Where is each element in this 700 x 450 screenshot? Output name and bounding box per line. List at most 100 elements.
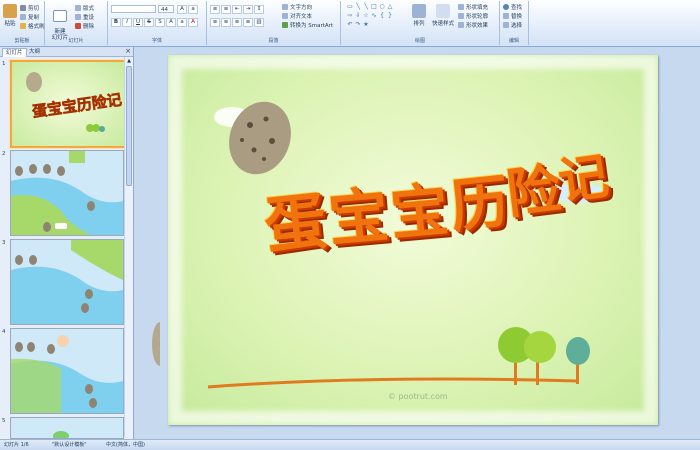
cut-button[interactable]: 剪切: [20, 4, 39, 12]
group-label-drawing: 绘图: [414, 38, 425, 44]
arrange-icon: [412, 4, 426, 18]
bullets-button[interactable]: ≡: [210, 5, 220, 14]
change-case-button[interactable]: a: [177, 18, 187, 27]
egg-icon: [85, 289, 93, 299]
shadow-button[interactable]: S: [155, 18, 165, 27]
outline-icon: [458, 13, 464, 19]
group-label-slides: 幻灯片: [68, 38, 84, 44]
underline-button[interactable]: U: [133, 18, 143, 27]
spacing-button[interactable]: A: [166, 18, 176, 27]
smartart-icon: [282, 22, 288, 28]
thumbnail-art: [11, 151, 123, 235]
egg-icon: [29, 255, 37, 265]
brush-icon: [20, 23, 26, 29]
thumbnail-art: [11, 240, 123, 324]
layout-button[interactable]: 版式: [75, 4, 94, 12]
slide-main[interactable]: 蛋 宝 宝 历 险 记 © pootrut.com: [168, 55, 658, 425]
tree-icon: [99, 126, 105, 132]
grass-shape: [11, 358, 61, 413]
shape-brace-icon[interactable]: }: [387, 13, 393, 19]
egg-icon: [15, 166, 23, 176]
shape-arrow-icon[interactable]: ⇩: [355, 13, 361, 19]
thumb-number: 3: [2, 240, 6, 246]
line-spacing-button[interactable]: ↕: [254, 5, 264, 14]
egg-icon[interactable]: [219, 93, 301, 183]
shape-brace-icon[interactable]: {: [379, 13, 385, 19]
quick-styles-button[interactable]: 快速样式: [430, 4, 456, 27]
scroll-up-icon[interactable]: ▲: [125, 57, 133, 65]
font-size-input[interactable]: 44: [158, 5, 174, 13]
justify-button[interactable]: ≡: [243, 18, 253, 27]
shape-line-icon[interactable]: ╲: [363, 4, 369, 10]
thumbnail-art: [11, 329, 123, 413]
slide-thumbnail-3[interactable]: [10, 239, 124, 325]
font-name-input[interactable]: [111, 5, 156, 13]
align-left-button[interactable]: ≡: [210, 18, 220, 27]
slide-canvas: 蛋 宝 宝 历 险 记 © pootrut.com: [134, 47, 700, 439]
egg-icon: [27, 342, 35, 352]
align-text-button[interactable]: 对齐文本: [282, 12, 312, 20]
new-slide-button[interactable]: 新建 幻灯片: [50, 4, 70, 41]
align-center-button[interactable]: ≡: [221, 18, 231, 27]
select-button[interactable]: 选择: [503, 21, 522, 29]
italic-button[interactable]: I: [122, 18, 132, 27]
group-clipboard: 粘贴 剪切 复制 格式刷 剪贴板: [0, 1, 45, 45]
close-icon[interactable]: ×: [125, 47, 131, 55]
effects-icon: [458, 22, 464, 28]
group-paragraph: ≡ ≡ ⇤ ⇥ ↕ ≡ ≡ ≡ ≡ ▥ 文字方向 对齐文本 转换为 SmartA…: [207, 1, 341, 45]
slide-thumbnail-2[interactable]: [10, 150, 124, 236]
title-char: 宝: [325, 180, 392, 256]
find-button[interactable]: 查找: [503, 3, 522, 11]
replace-button[interactable]: 替换: [503, 12, 522, 20]
numbering-button[interactable]: ≡: [221, 5, 231, 14]
title-char: 记: [554, 145, 613, 212]
shape-outline-button[interactable]: 形状轮廓: [458, 12, 488, 20]
shape-rect-icon[interactable]: □: [371, 4, 377, 10]
grow-font-button[interactable]: A: [177, 5, 187, 14]
shape-line-icon[interactable]: ╲: [355, 4, 361, 10]
shape-triangle-icon[interactable]: △: [387, 4, 393, 10]
slides-panel: 幻灯片 大纲 × 1 蛋宝宝历险记 2 3 4 5 ▲: [0, 47, 134, 439]
group-editing: 查找 替换 选择 编辑: [500, 1, 529, 45]
arrange-button[interactable]: 排列: [411, 4, 427, 27]
shape-oval-icon[interactable]: ○: [379, 4, 385, 10]
reset-button[interactable]: 重设: [75, 13, 94, 21]
shape-star-icon[interactable]: ★: [363, 22, 369, 28]
shape-curve-icon[interactable]: ∿: [371, 13, 377, 19]
convert-smartart-button[interactable]: 转换为 SmartArt: [282, 21, 333, 29]
tree-icon: [524, 331, 556, 363]
font-color-button[interactable]: A: [188, 18, 198, 27]
tab-outline[interactable]: 大纲: [26, 48, 43, 56]
tab-slides[interactable]: 幻灯片: [2, 48, 27, 57]
shape-fill-button[interactable]: 形状填充: [458, 3, 488, 11]
slide-thumbnail-1[interactable]: 蛋宝宝历险记: [10, 60, 126, 148]
fill-icon: [458, 4, 464, 10]
shape-curve-icon[interactable]: ↶: [347, 22, 353, 28]
slide-thumbnail-5[interactable]: [10, 417, 124, 439]
tree-icon: [92, 124, 100, 132]
panel-scrollbar[interactable]: ▲: [124, 57, 133, 437]
delete-slide-button[interactable]: 删除: [75, 22, 94, 30]
columns-button[interactable]: ▥: [254, 18, 264, 27]
copy-button[interactable]: 复制: [20, 13, 39, 21]
strikethrough-button[interactable]: S: [144, 18, 154, 27]
align-right-button[interactable]: ≡: [232, 18, 242, 27]
shape-arrow-icon[interactable]: ⇨: [347, 13, 353, 19]
bold-button[interactable]: B: [111, 18, 121, 27]
paste-button[interactable]: 粘贴: [3, 4, 17, 27]
increase-indent-button[interactable]: ⇥: [243, 5, 253, 14]
shape-effects-button[interactable]: 形状效果: [458, 21, 488, 29]
shape-star-icon[interactable]: ☆: [363, 13, 369, 19]
egg-icon: [26, 72, 42, 92]
shape-rectangle-icon[interactable]: ▭: [347, 4, 353, 10]
slide-thumbnail-4[interactable]: [10, 328, 124, 414]
decrease-indent-button[interactable]: ⇤: [232, 5, 242, 14]
egg-icon: [57, 166, 65, 176]
shrink-font-button[interactable]: a: [188, 5, 198, 14]
text-direction-button[interactable]: 文字方向: [282, 3, 312, 11]
offslide-egg-icon[interactable]: [148, 319, 160, 369]
scroll-thumb[interactable]: [126, 66, 132, 186]
shape-curve-icon[interactable]: ↷: [355, 22, 361, 28]
format-painter-button[interactable]: 格式刷: [20, 22, 45, 30]
egg-icon: [85, 384, 93, 394]
